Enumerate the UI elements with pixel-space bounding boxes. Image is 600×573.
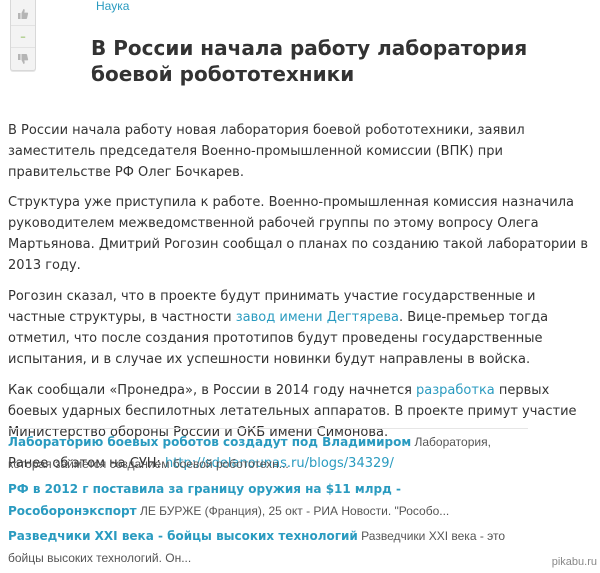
paragraph-1: В России начала работу новая лаборатория…: [8, 123, 525, 180]
degtyarev-plant-link[interactable]: завод имени Дегтярева: [236, 310, 399, 325]
paragraph-3: Рогозин сказал, что в проекте будут прин…: [8, 286, 592, 370]
upvote-button[interactable]: [11, 2, 35, 25]
downvote-button[interactable]: [11, 47, 35, 70]
related-item: РФ в 2012 г поставила за границу оружия …: [8, 478, 528, 522]
related-item: Разведчики XXI века - бойцы высоких техн…: [8, 525, 528, 569]
related-item-snippet: ЛЕ БУРЖЕ (Франция), 25 окт - РИА Новости…: [136, 504, 450, 518]
site-watermark: pikabu.ru: [551, 556, 597, 568]
related-item-title[interactable]: Лабораторию боевых роботов создадут под …: [8, 435, 411, 449]
related-item: Лабораторию боевых роботов создадут под …: [8, 431, 528, 475]
related-item-title[interactable]: Разведчики XXI века - бойцы высоких техн…: [8, 529, 358, 543]
post-category-link[interactable]: Наука: [96, 0, 129, 13]
related-links-block: Лабораторию боевых роботов создадут под …: [8, 428, 528, 573]
paragraph-2: Структура уже приступила к работе. Военн…: [8, 195, 588, 273]
rating-display: –: [11, 25, 35, 48]
thumb-down-icon: [18, 53, 29, 64]
rating-value: –: [20, 30, 26, 43]
post-title[interactable]: В России начала работу лаборатория боево…: [91, 35, 591, 87]
thumb-up-icon: [18, 8, 29, 19]
vote-widget: –: [10, 0, 36, 71]
paragraph-4-text-start: Как сообщали «Пронедра», в России в 2014…: [8, 383, 417, 398]
development-link[interactable]: разработка: [416, 383, 495, 398]
